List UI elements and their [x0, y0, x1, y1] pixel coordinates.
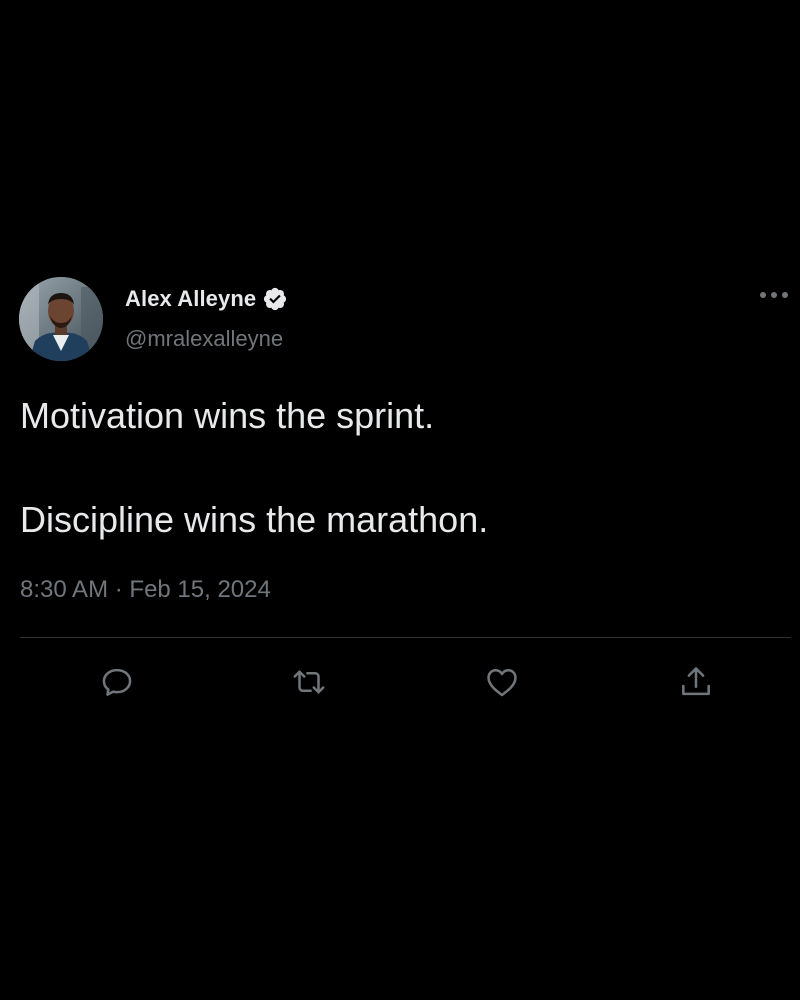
meta-separator: ·	[114, 576, 123, 603]
divider	[20, 637, 791, 638]
reply-icon	[102, 668, 132, 696]
tweet-time: 8:30 AM	[20, 576, 109, 603]
tweet-text-line: Motivation wins the sprint.	[20, 395, 435, 436]
like-button[interactable]	[482, 662, 522, 702]
author-avatar[interactable]	[19, 277, 103, 361]
verified-badge-icon	[264, 287, 287, 311]
author-display-name[interactable]: Alex Alleyne	[125, 286, 256, 312]
share-button[interactable]	[676, 662, 716, 702]
tweet-text: Motivation wins the sprint. Discipline w…	[20, 390, 780, 546]
more-options-button[interactable]	[758, 284, 790, 306]
author-handle[interactable]: @mralexalleyne	[125, 326, 283, 352]
retweet-icon	[293, 670, 325, 694]
ellipsis-icon	[760, 292, 788, 298]
reply-button[interactable]	[97, 662, 137, 702]
share-icon	[682, 667, 710, 696]
heart-icon	[487, 669, 517, 697]
tweet-timestamp[interactable]: 8:30 AM · Feb 15, 2024	[20, 576, 271, 604]
tweet-text-line: Discipline wins the marathon.	[20, 499, 489, 540]
retweet-button[interactable]	[289, 662, 329, 702]
tweet-date: Feb 15, 2024	[129, 576, 271, 603]
profile-photo-icon	[19, 277, 103, 361]
author-name-row: Alex Alleyne	[125, 284, 288, 314]
tweet-card: Alex Alleyne @mralexalleyne Motivation w…	[0, 0, 800, 1000]
